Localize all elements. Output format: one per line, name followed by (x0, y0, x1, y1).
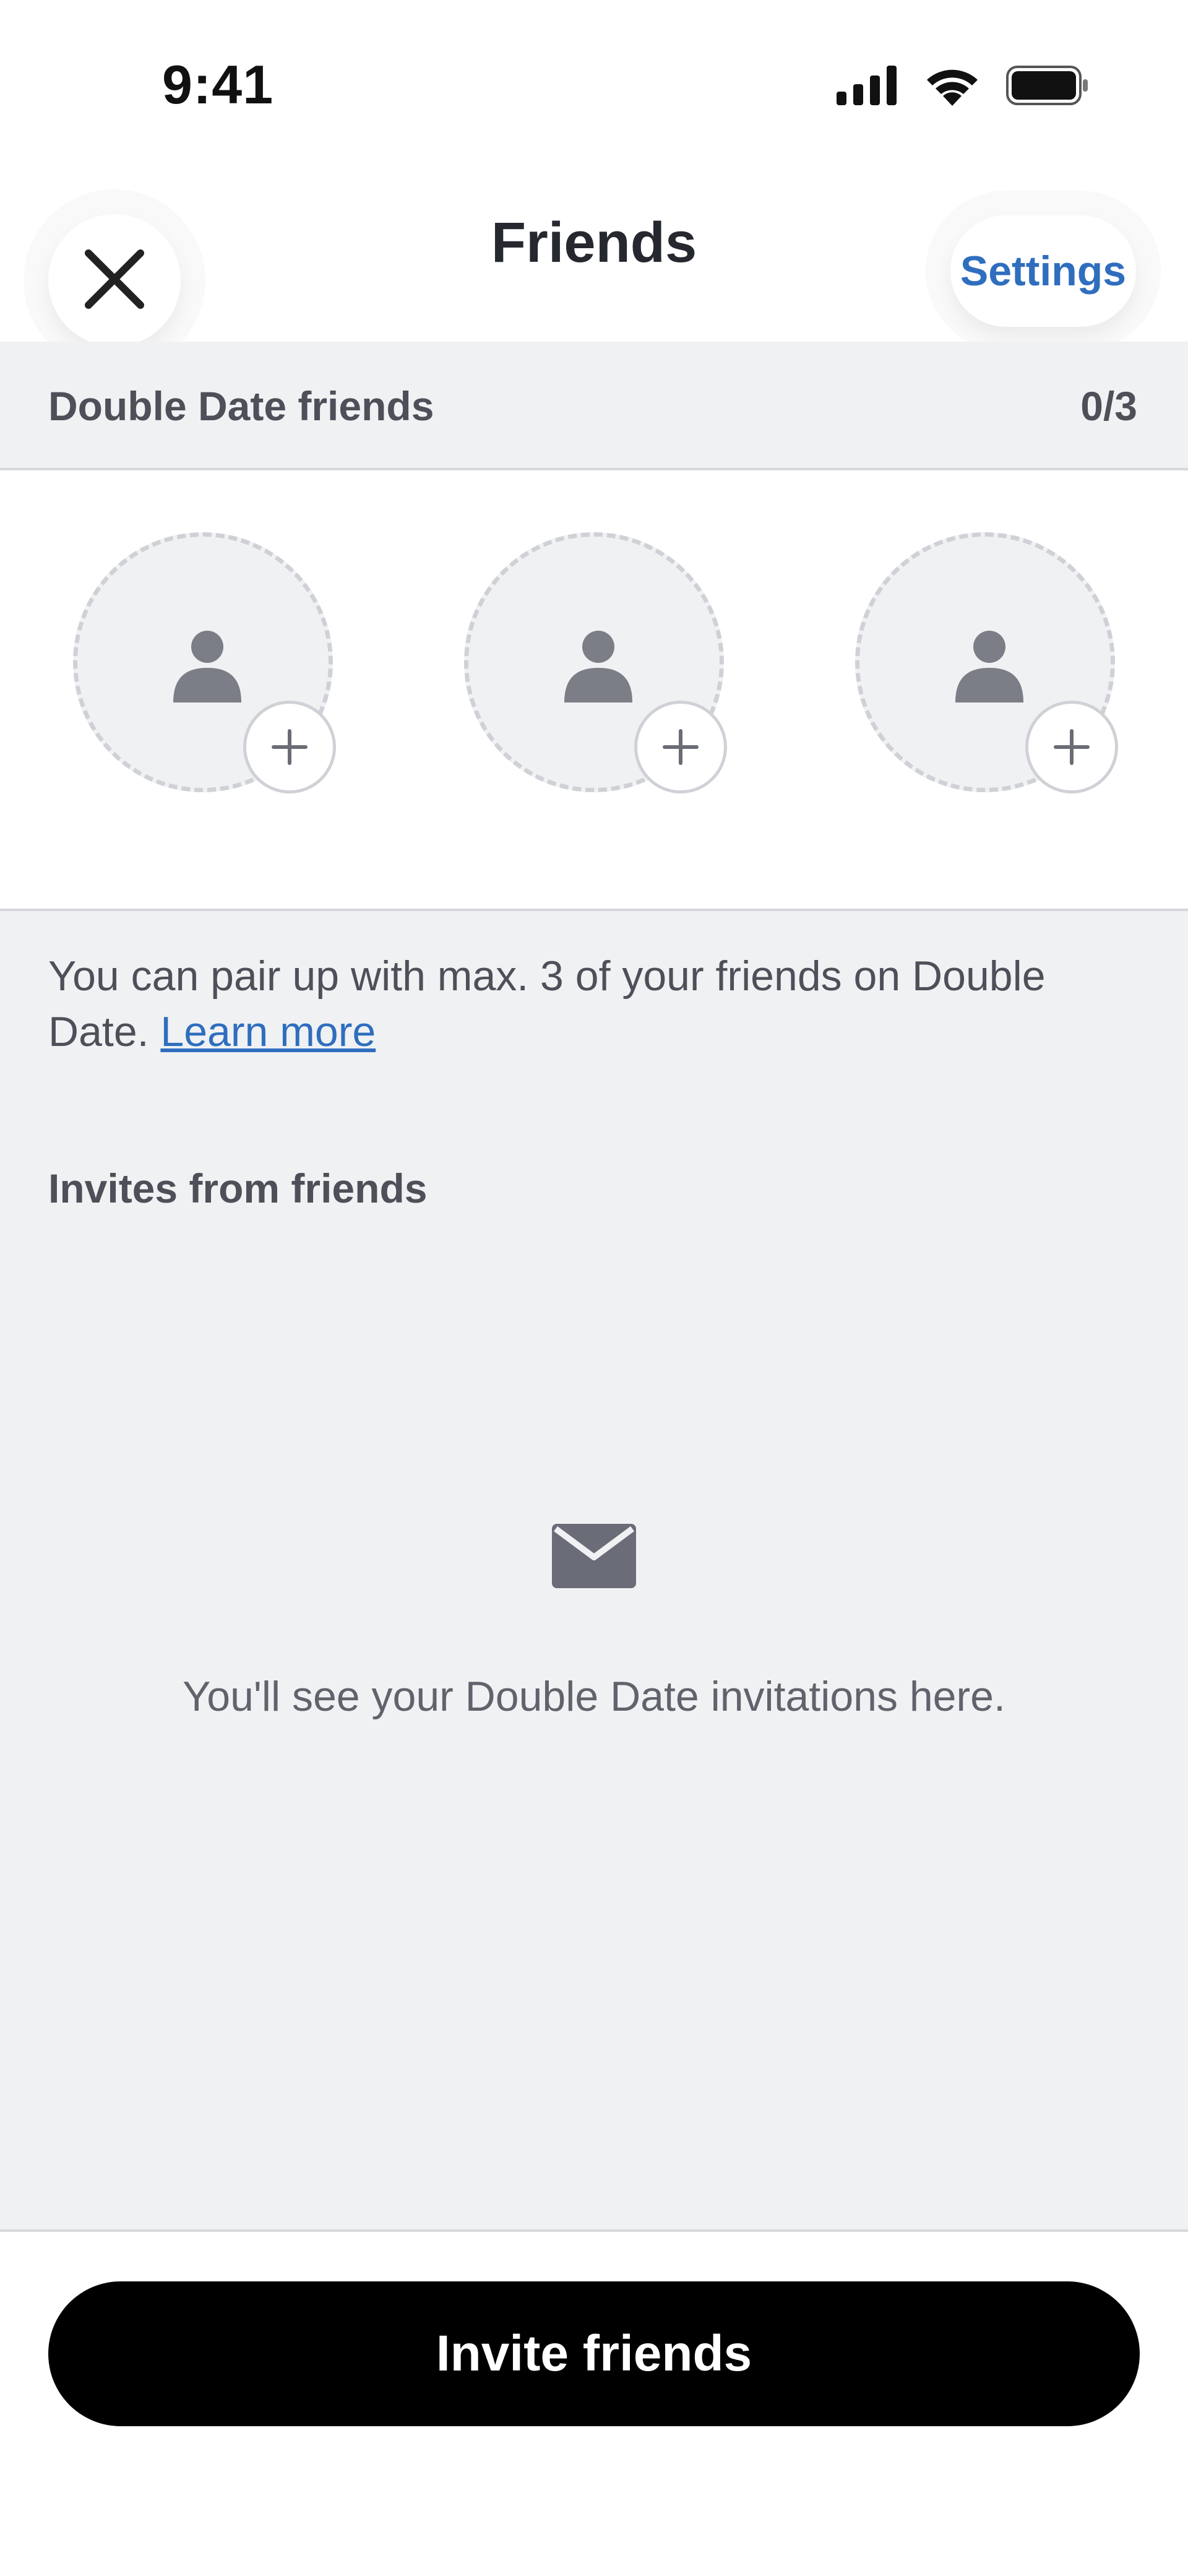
friend-slots (0, 470, 1188, 911)
friend-slot-3[interactable] (855, 532, 1118, 793)
plus-icon[interactable] (634, 701, 727, 793)
signal-icon (837, 66, 898, 108)
learn-more-link[interactable]: Learn more (160, 1008, 376, 1055)
section-header: Double Date friends 0/3 (0, 342, 1188, 470)
person-icon (564, 628, 632, 706)
body-area: You can pair up with max. 3 of your frie… (0, 911, 1188, 2232)
wifi-icon (924, 65, 980, 109)
battery-icon (1006, 66, 1089, 108)
section-title: Double Date friends (48, 383, 434, 429)
plus-icon[interactable] (1025, 701, 1118, 793)
friend-slot-1[interactable] (73, 532, 336, 793)
header: Friends Settings (0, 149, 1188, 347)
person-icon (173, 628, 241, 706)
person-icon (955, 628, 1023, 706)
empty-invites-text: You'll see your Double Date invitations … (183, 1673, 1005, 1720)
mail-icon (552, 1524, 636, 1591)
status-icons (837, 65, 1089, 109)
footer: Invite friends (0, 2232, 1188, 2576)
invite-friends-button[interactable]: Invite friends (48, 2281, 1140, 2426)
info-text: You can pair up with max. 3 of your frie… (48, 948, 1150, 1060)
invites-title: Invites from friends (48, 1165, 428, 1211)
status-bar: 9:41 (0, 0, 1188, 149)
friend-slot-2[interactable] (464, 532, 727, 793)
friends-screen: 9:41 Friends Settings Double Date friend… (0, 0, 1188, 2576)
plus-icon[interactable] (243, 701, 336, 793)
status-time: 9:41 (162, 54, 274, 115)
settings-button[interactable]: Settings (950, 215, 1136, 327)
friends-count: 0/3 (1080, 383, 1137, 429)
